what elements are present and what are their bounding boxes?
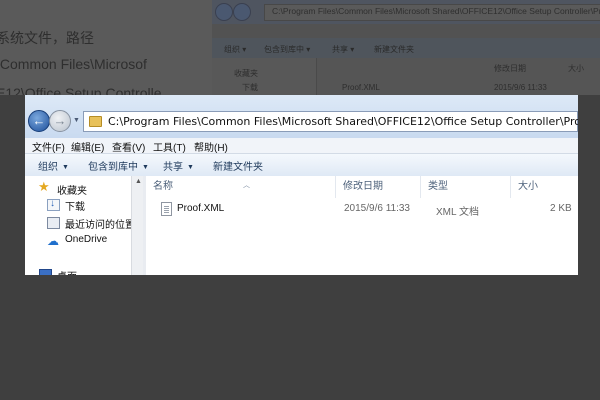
menubar: 文件(F) 编辑(E) 查看(V) 工具(T) 帮助(H): [25, 138, 578, 154]
navigation-pane: ★ 收藏夹 下载 最近访问的位置 ☁ OneDrive 桌面 ▲: [25, 176, 144, 275]
column-header-label: 大小: [518, 181, 538, 192]
menu-tools[interactable]: 工具(T): [153, 139, 186, 154]
file-name: Proof.XML: [177, 203, 225, 214]
file-icon: [161, 202, 172, 216]
file-date: 2015/9/6 11:33: [344, 203, 410, 214]
background-nav-pane: [212, 58, 317, 95]
organize-label: 组织: [38, 162, 58, 173]
article-line: 系统文件，路径: [0, 30, 94, 46]
folder-icon: [89, 116, 102, 127]
menu-view[interactable]: 查看(V): [112, 139, 145, 154]
column-header-name[interactable]: 名称 ︿: [146, 176, 336, 198]
background-toolbar-item: 新建文件夹: [374, 45, 414, 54]
file-type: XML 文档: [436, 207, 479, 218]
include-in-library-label: 包含到库中: [88, 162, 138, 173]
command-bar: 组织 ▼ 包含到库中 ▼ 共享 ▼ 新建文件夹: [25, 153, 578, 177]
background-address-path: C:\Program Files\Common Files\Microsoft …: [272, 6, 600, 16]
download-icon: [47, 198, 60, 211]
share-button[interactable]: 共享 ▼: [163, 158, 194, 173]
new-folder-button[interactable]: 新建文件夹: [213, 158, 263, 173]
menu-edit[interactable]: 编辑(E): [71, 139, 104, 154]
sort-chevron-up-icon: ︿: [243, 182, 250, 189]
recent-places-icon: [47, 217, 60, 229]
chevron-down-icon: ▼: [142, 164, 149, 171]
file-list: 名称 ︿ 修改日期 类型 大小 Proof.XML 2015/9/6 11:33…: [146, 176, 578, 275]
explorer-window: ← → ▼ C:\Program Files\Common Files\Micr…: [25, 95, 578, 275]
star-icon: ★: [38, 179, 50, 194]
nav-item-label: 最近访问的位置: [65, 220, 135, 231]
background-back-icon: [215, 3, 233, 21]
chevron-down-icon: ▼: [62, 164, 69, 171]
background-file-date: 2015/9/6 11:33: [494, 83, 547, 92]
desktop-icon: [39, 269, 52, 275]
column-header-label: 名称: [153, 181, 173, 192]
address-bar: ← → ▼ C:\Program Files\Common Files\Micr…: [25, 95, 578, 138]
nav-item-label: 下载: [65, 202, 85, 213]
article-line: \Common Files\Microsof: [0, 56, 147, 72]
include-in-library-button[interactable]: 包含到库中 ▼: [88, 158, 149, 173]
background-toolbar-item: 共享 ▾: [332, 45, 355, 54]
background-date-header: 修改日期: [494, 64, 526, 73]
background-toolbar-item: 包含到库中 ▾: [264, 45, 311, 54]
background-nav-downloads: 下载: [242, 83, 258, 92]
address-path: C:\Program Files\Common Files\Microsoft …: [108, 115, 578, 128]
background-explorer-window: C:\Program Files\Common Files\Microsoft …: [212, 0, 600, 95]
share-label: 共享: [163, 162, 183, 173]
background-file-name: Proof.XML: [342, 83, 380, 92]
forward-button[interactable]: →: [49, 110, 71, 132]
background-article: 系统文件，路径 \Common Files\Microsof E12\Offic…: [0, 0, 212, 95]
chevron-down-icon: ▼: [187, 164, 194, 171]
background-menubar: [212, 24, 600, 38]
address-input[interactable]: C:\Program Files\Common Files\Microsoft …: [83, 111, 578, 132]
nav-item-label: OneDrive: [65, 234, 108, 245]
arrow-right-icon: →: [53, 113, 67, 128]
back-button[interactable]: ←: [28, 110, 50, 132]
menu-file[interactable]: 文件(F): [32, 139, 65, 154]
column-header-type[interactable]: 类型: [421, 176, 511, 198]
file-size: 2 KB: [550, 203, 572, 214]
nav-item-label: 桌面: [57, 268, 77, 275]
arrow-left-icon: ←: [32, 113, 46, 128]
column-header-size[interactable]: 大小: [511, 176, 578, 198]
background-toolbar-item: 组织 ▾: [224, 45, 247, 54]
article-line: E12\Office Setup Controlle: [0, 85, 162, 95]
table-row[interactable]: Proof.XML 2015/9/6 11:33 XML 文档 2 KB: [146, 200, 578, 220]
nav-item-label: 收藏夹: [57, 186, 87, 197]
background-nav-favorites: 收藏夹: [234, 69, 258, 78]
cloud-icon: ☁: [47, 234, 59, 248]
background-forward-icon: [233, 3, 251, 21]
column-header-label: 类型: [428, 181, 448, 192]
menu-help[interactable]: 帮助(H): [194, 139, 228, 154]
column-header-label: 修改日期: [343, 181, 383, 192]
column-header-date[interactable]: 修改日期: [336, 176, 421, 198]
recent-pages-chevron-down-icon[interactable]: ▼: [73, 117, 80, 124]
scroll-up-icon[interactable]: ▲: [135, 178, 142, 185]
organize-button[interactable]: 组织 ▼: [38, 158, 69, 173]
background-size-header: 大小: [568, 64, 584, 73]
